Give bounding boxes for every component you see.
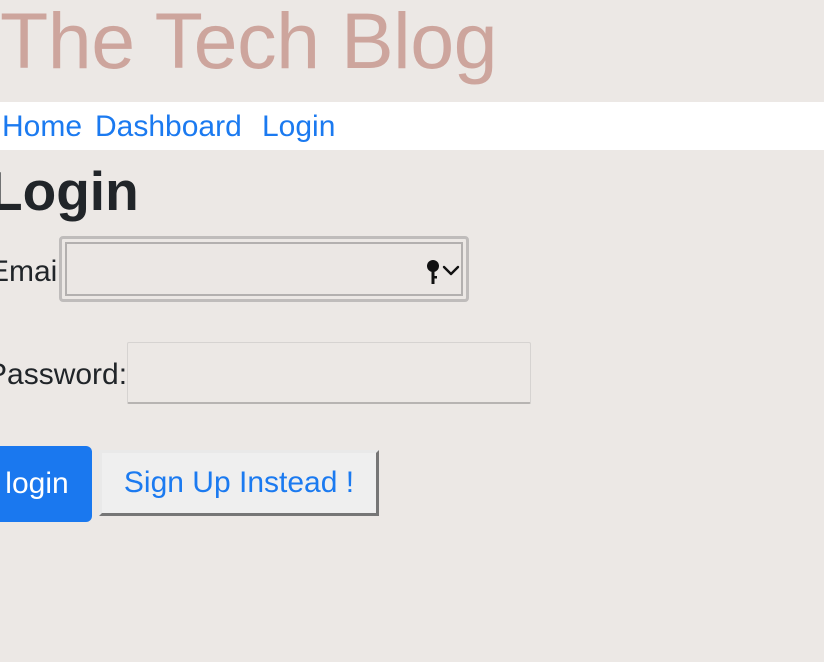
chevron-down-icon[interactable] (442, 264, 460, 278)
email-field[interactable] (65, 242, 463, 296)
password-label: Password: (0, 358, 128, 391)
signup-button[interactable]: Sign Up Instead ! (99, 450, 379, 516)
nav-link-home[interactable]: Home (2, 110, 82, 144)
login-button[interactable]: login (0, 446, 92, 522)
nav-link-dashboard[interactable]: Dashboard (95, 110, 242, 144)
nav-bar: Home Dashboard Login (0, 102, 824, 150)
email-field-focus-ring (59, 236, 469, 302)
nav-link-login[interactable]: Login (262, 110, 335, 144)
key-icon[interactable] (425, 259, 441, 285)
page-title: Login (0, 160, 139, 222)
password-field[interactable] (127, 342, 531, 404)
site-title: The Tech Blog (0, 0, 498, 85)
